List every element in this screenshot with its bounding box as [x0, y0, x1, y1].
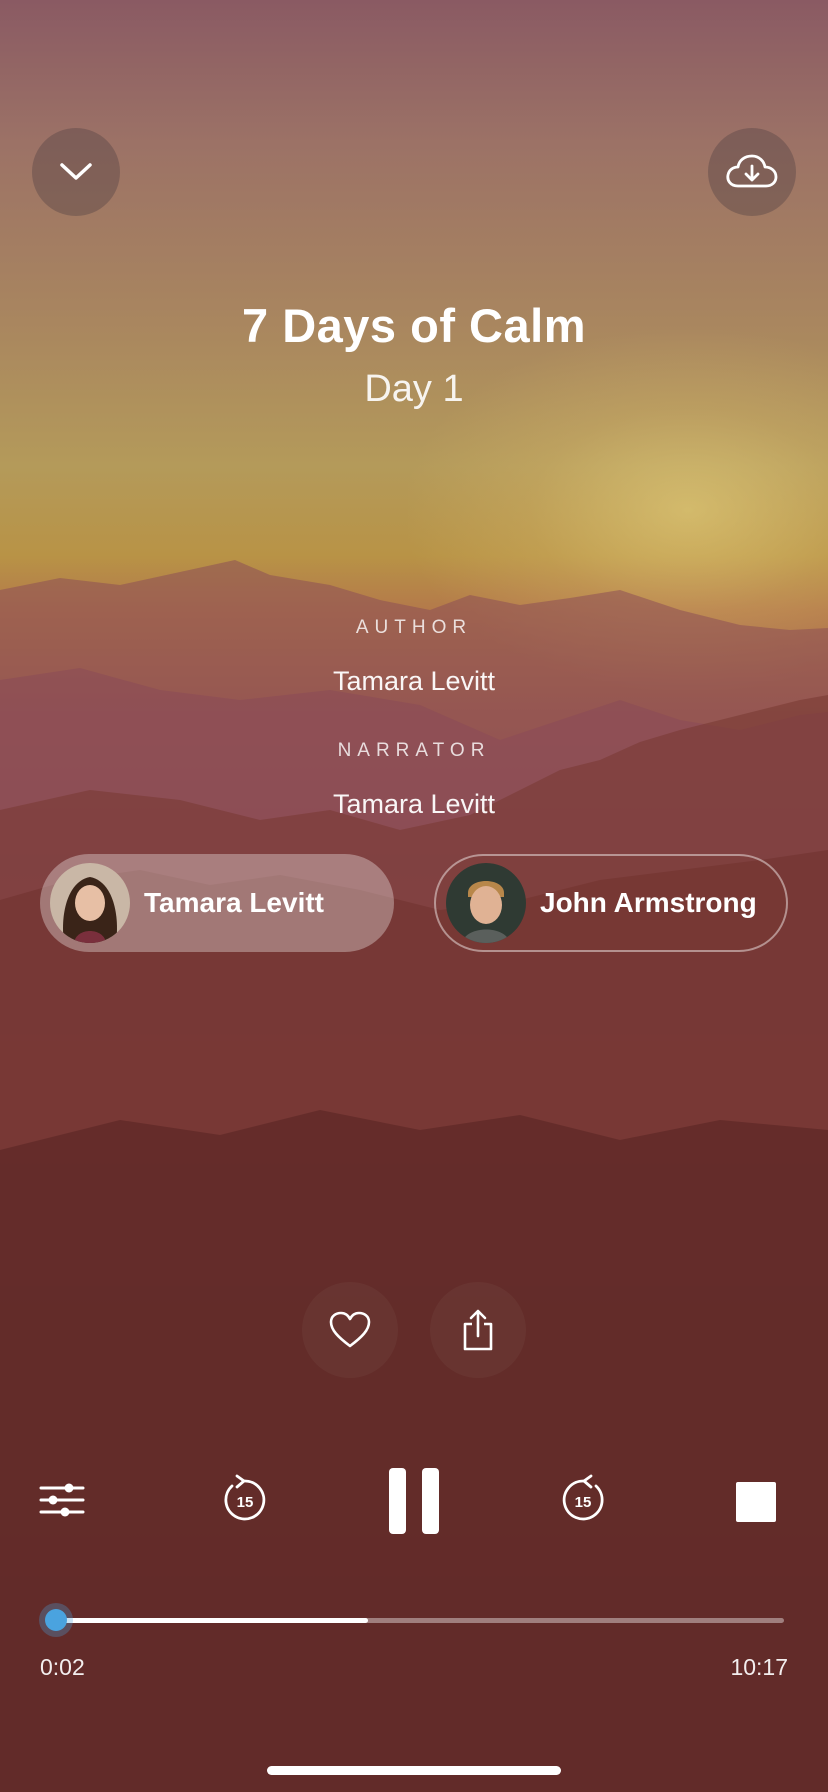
author-label: AUTHOR: [355, 617, 473, 638]
narrator-option[interactable]: John Armstrong: [434, 854, 788, 952]
avatar: [50, 863, 130, 943]
pause-button[interactable]: [386, 1466, 442, 1536]
heart-icon: [329, 1311, 371, 1348]
session-subtitle: Day 1: [364, 368, 464, 410]
favorite-button[interactable]: [302, 1282, 398, 1378]
audio-settings-button[interactable]: [34, 1478, 90, 1522]
rewind-seconds: 15: [237, 1494, 254, 1511]
narrator-option-name: Tamara Levitt: [144, 887, 324, 918]
pause-icon: [389, 1468, 439, 1534]
forward-15-button[interactable]: 15: [556, 1472, 612, 1528]
download-button[interactable]: [708, 128, 796, 216]
rewind-15-button[interactable]: 15: [216, 1472, 272, 1528]
progress-track[interactable]: [45, 1609, 784, 1631]
total-duration: 10:17: [730, 1654, 788, 1680]
progress-buffered: [54, 1618, 368, 1623]
rewind-15-icon: 15: [224, 1474, 266, 1521]
cloud-download-icon: [726, 154, 778, 188]
stop-icon: [736, 1482, 776, 1522]
home-indicator[interactable]: [267, 1766, 561, 1775]
avatar: [446, 863, 526, 943]
elapsed-time: 0:02: [40, 1654, 85, 1680]
stop-button[interactable]: [734, 1480, 778, 1524]
share-button[interactable]: [430, 1282, 526, 1378]
forward-15-icon: 15: [562, 1474, 604, 1521]
share-icon: [463, 1309, 493, 1351]
close-player-button[interactable]: [32, 128, 120, 216]
forward-seconds: 15: [575, 1494, 592, 1511]
author-name: Tamara Levitt: [332, 666, 496, 696]
narrator-option-name: John Armstrong: [540, 887, 757, 918]
narrator-name: Tamara Levitt: [332, 789, 496, 819]
narrator-option-selected[interactable]: Tamara Levitt: [40, 854, 394, 952]
narrator-label: NARRATOR: [337, 740, 491, 761]
sliders-icon: [39, 1483, 85, 1517]
chevron-down-icon: [60, 163, 92, 180]
session-title: 7 Days of Calm: [242, 299, 586, 352]
